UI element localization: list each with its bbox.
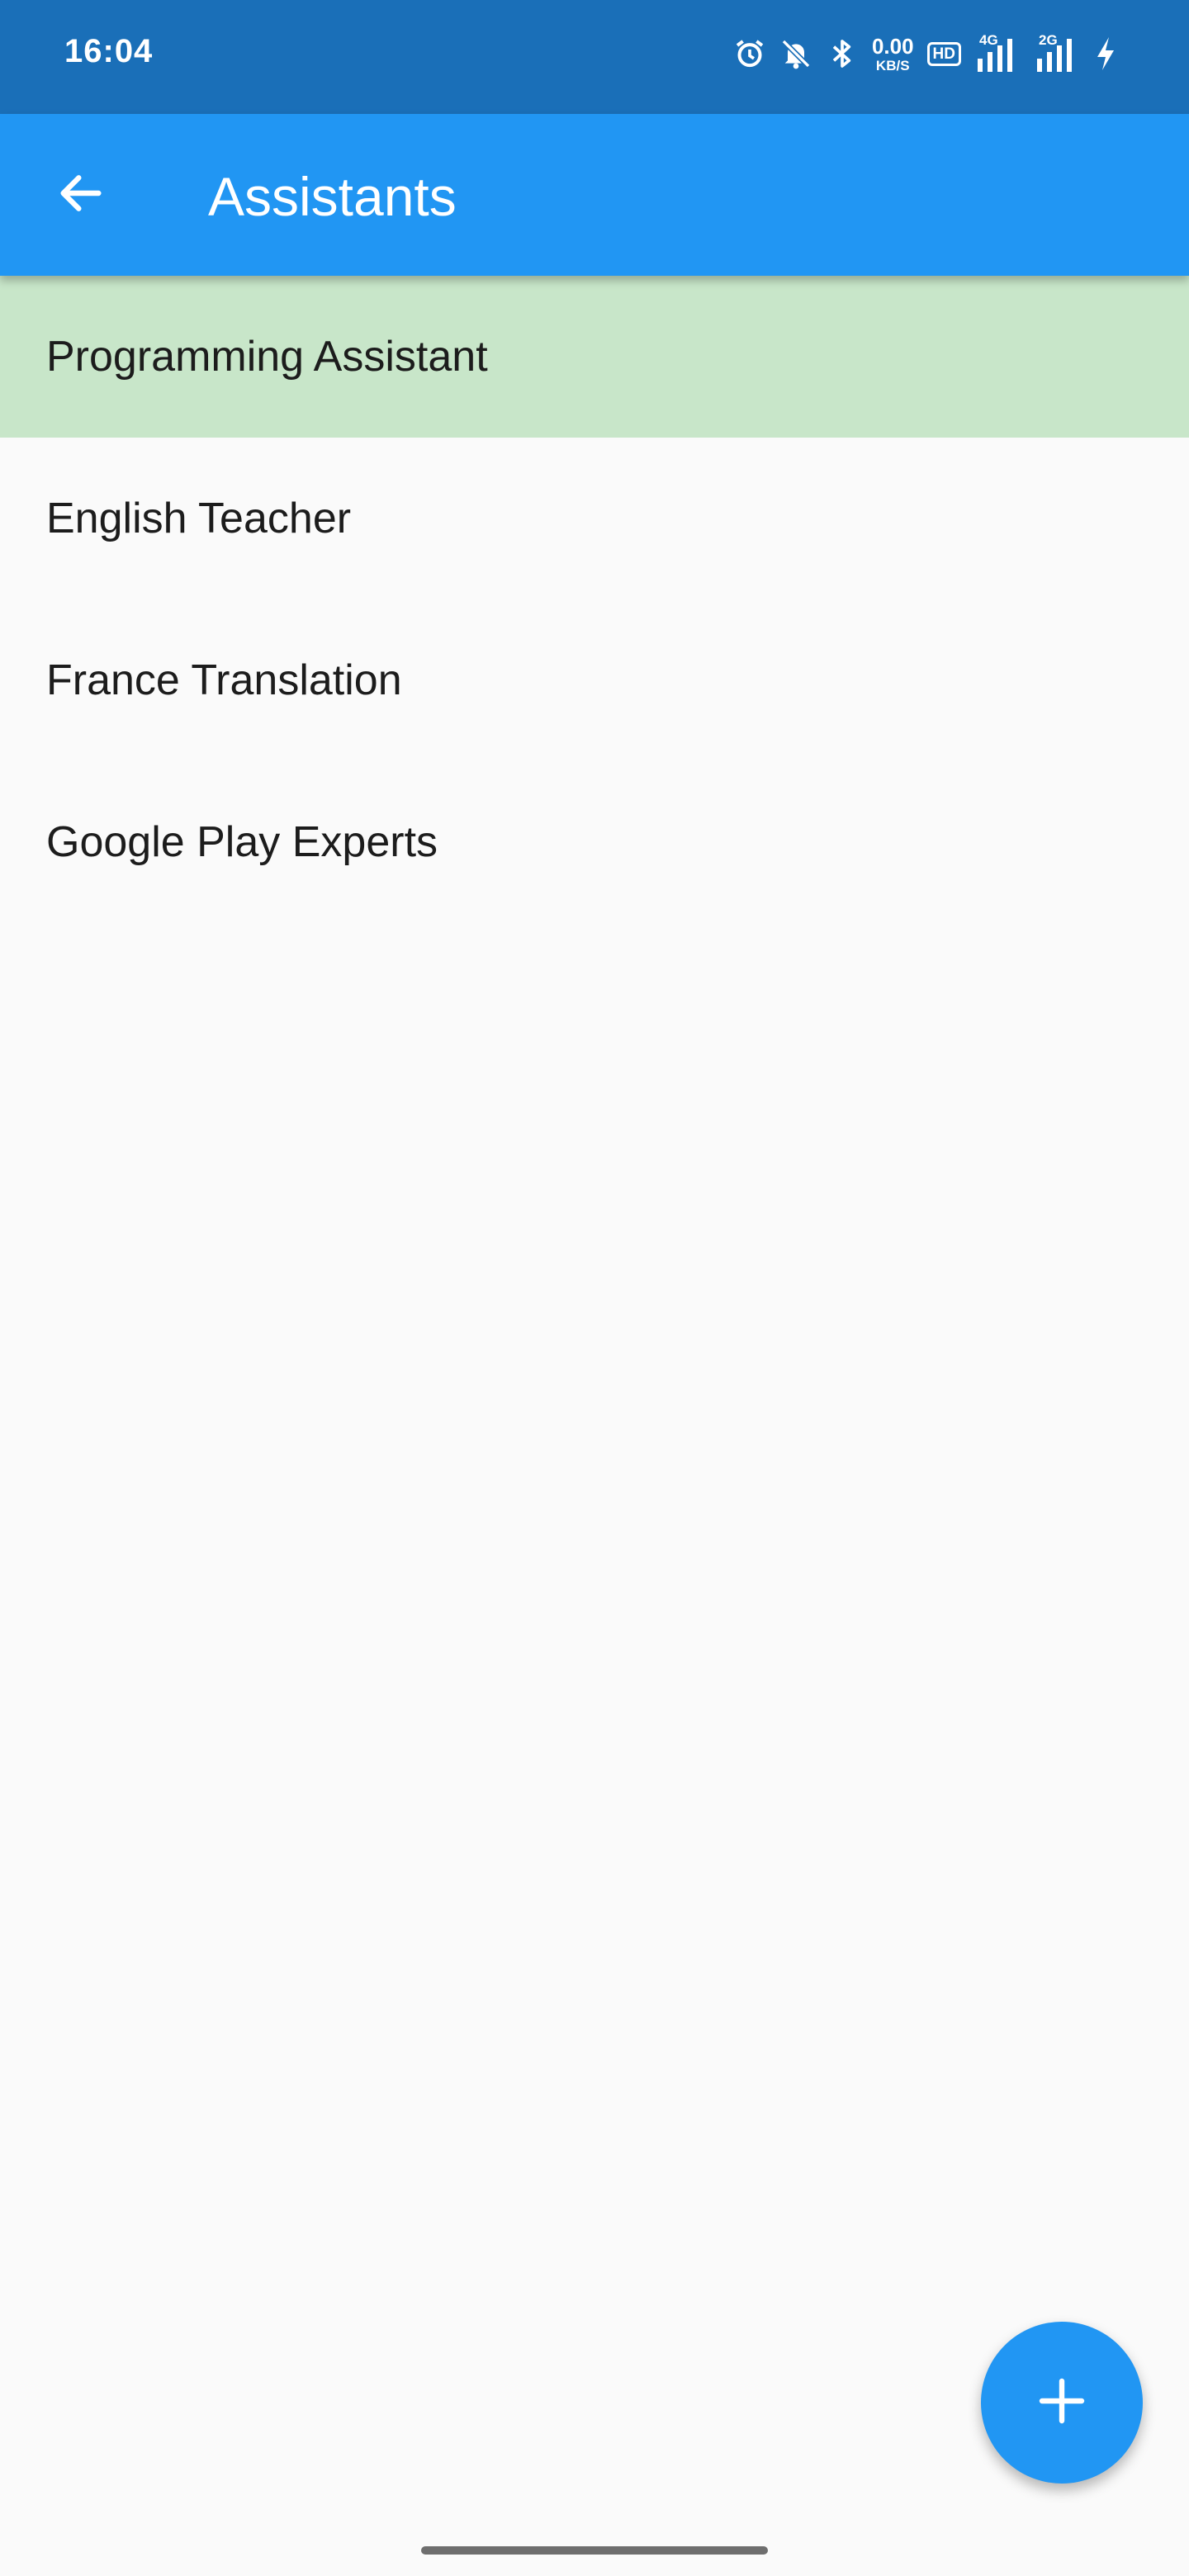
app-bar: Assistants xyxy=(0,114,1189,276)
alarm-icon xyxy=(733,37,766,70)
hd-icon: HD xyxy=(926,41,961,66)
list-item-english-teacher[interactable]: English Teacher xyxy=(0,438,1189,599)
sim1-label: 4G xyxy=(979,32,998,48)
status-icons: 0.00 KB/S HD 4G 2G xyxy=(733,32,1118,74)
bluetooth-icon xyxy=(826,37,859,70)
back-button[interactable] xyxy=(38,152,124,238)
list-item-google-play-experts[interactable]: Google Play Experts xyxy=(0,761,1189,923)
charging-icon xyxy=(1093,36,1118,72)
gesture-nav-handle[interactable] xyxy=(421,2546,768,2555)
plus-icon xyxy=(1035,2375,1088,2432)
arrow-back-icon xyxy=(54,167,107,224)
network-speed-unit: KB/S xyxy=(875,57,910,73)
mute-icon xyxy=(779,37,812,70)
signal-2g-icon: 2G xyxy=(1034,32,1080,72)
add-assistant-button[interactable] xyxy=(981,2322,1143,2484)
network-speed: 0.00 KB/S xyxy=(872,36,914,73)
list-item-france-translation[interactable]: France Translation xyxy=(0,599,1189,761)
network-speed-value: 0.00 xyxy=(871,33,914,59)
list-item-programming-assistant[interactable]: Programming Assistant xyxy=(0,276,1189,438)
sim2-label: 2G xyxy=(1039,32,1058,48)
signal-4g-icon: 4G xyxy=(974,32,1021,72)
status-time: 16:04 xyxy=(64,33,154,69)
page-title: Assistants xyxy=(208,166,457,227)
assistant-list: Programming Assistant English Teacher Fr… xyxy=(0,276,1189,923)
status-bar: 16:04 0.00 KB/S HD 4G 2G xyxy=(0,0,1189,114)
